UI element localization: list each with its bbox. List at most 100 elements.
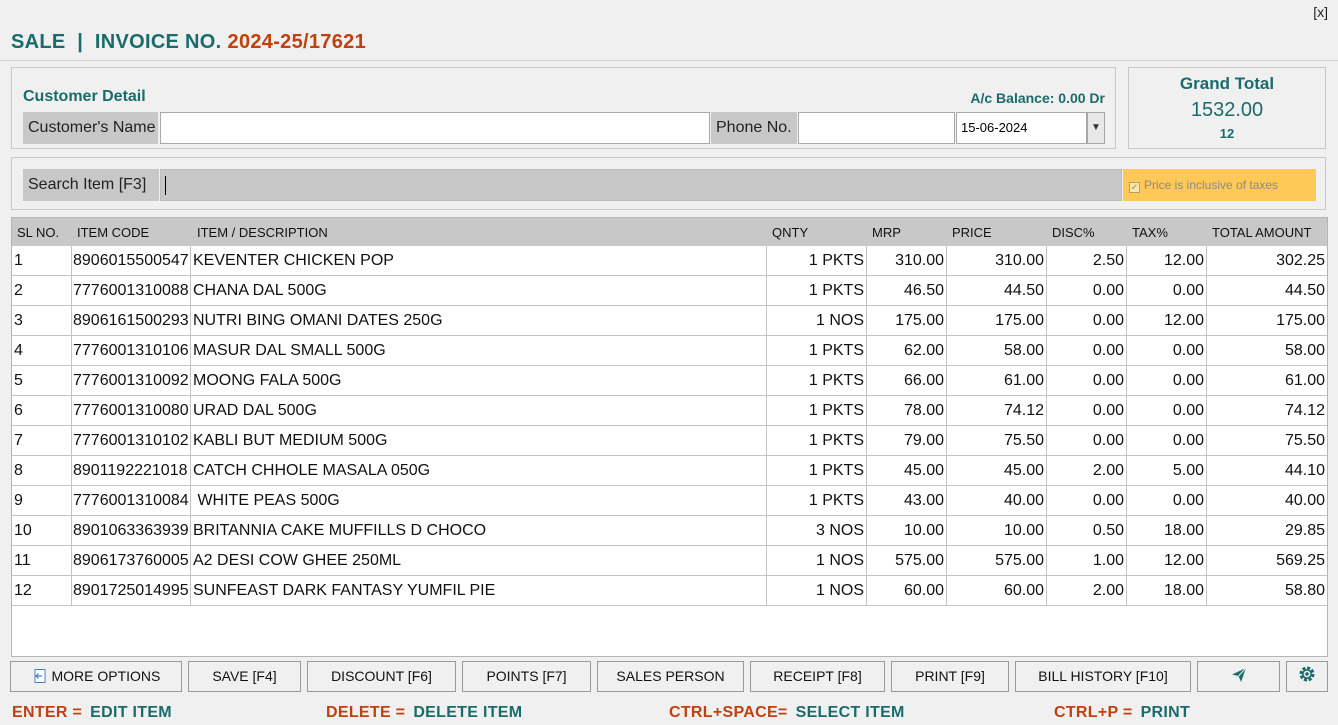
col-disc[interactable]: DISC%	[1052, 225, 1095, 240]
cell-tax: 0.00	[1127, 276, 1207, 305]
cell-price: 175.00	[947, 306, 1047, 335]
phone-label: Phone No.	[711, 112, 797, 144]
receipt-button[interactable]: RECEIPT [F8]	[750, 661, 885, 692]
col-total[interactable]: TOTAL AMOUNT	[1212, 225, 1311, 240]
col-item-code[interactable]: ITEM CODE	[77, 225, 149, 240]
cell-disc: 0.00	[1047, 306, 1127, 335]
shortcut-hint: DELETE = DELETE ITEM	[326, 704, 522, 722]
phone-field[interactable]	[798, 112, 955, 144]
send-button[interactable]	[1197, 661, 1280, 692]
cell-sl-no: 9	[12, 486, 72, 515]
cell-price: 10.00	[947, 516, 1047, 545]
cell-disc: 0.00	[1047, 396, 1127, 425]
col-description[interactable]: ITEM / DESCRIPTION	[197, 225, 328, 240]
cell-tax: 0.00	[1127, 366, 1207, 395]
cell-description: KABLI BUT MEDIUM 500G	[191, 426, 767, 455]
more-options-button[interactable]: MORE OPTIONS	[10, 661, 182, 692]
chevron-down-icon[interactable]: ▼	[1087, 112, 1105, 144]
cell-disc: 0.50	[1047, 516, 1127, 545]
table-row[interactable]: 6 7776001310080 URAD DAL 500G 1 PKTS 78.00 74…	[12, 396, 1327, 426]
table-row[interactable]: 5 7776001310092 MOONG FALA 500G 1 PKTS 66.00…	[12, 366, 1327, 396]
cell-description: KEVENTER CHICKEN POP	[191, 246, 767, 275]
cell-qnty: 3 NOS	[767, 516, 867, 545]
cell-qnty: 1 PKTS	[767, 426, 867, 455]
cell-tax: 18.00	[1127, 516, 1207, 545]
col-price[interactable]: PRICE	[952, 225, 992, 240]
arrow-left-icon	[32, 668, 48, 684]
table-row[interactable]: 9 7776001310084 WHITE PEAS 500G 1 PKTS 43.0…	[12, 486, 1327, 516]
col-sl-no[interactable]: SL NO.	[17, 225, 59, 240]
cell-mrp: 575.00	[867, 546, 947, 575]
table-row[interactable]: 11 8906173760005 A2 DESI COW GHEE 250ML 1 N…	[12, 546, 1327, 576]
col-qnty[interactable]: QNTY	[772, 225, 808, 240]
cell-disc: 0.00	[1047, 336, 1127, 365]
title-label: SALE | INVOICE NO.	[11, 31, 222, 53]
cell-disc: 0.00	[1047, 276, 1127, 305]
table-row[interactable]: 4 7776001310106 MASUR DAL SMALL 500G 1 PKTS…	[12, 336, 1327, 366]
cell-mrp: 310.00	[867, 246, 947, 275]
cell-sl-no: 8	[12, 456, 72, 485]
search-input[interactable]	[160, 169, 1122, 201]
date-field[interactable]: 15-06-2024	[956, 112, 1087, 144]
cell-qnty: 1 NOS	[767, 576, 867, 605]
items-table[interactable]: SL NO. ITEM CODE ITEM / DESCRIPTION QNTY MRP…	[11, 217, 1328, 657]
cell-price: 44.50	[947, 276, 1047, 305]
search-label: Search Item [F3]	[23, 169, 159, 201]
cell-mrp: 78.00	[867, 396, 947, 425]
cell-total: 44.50	[1284, 282, 1325, 299]
cell-price: 58.00	[947, 336, 1047, 365]
cell-description: WHITE PEAS 500G	[191, 486, 767, 515]
col-mrp[interactable]: MRP	[872, 225, 901, 240]
cell-disc: 2.00	[1047, 576, 1127, 605]
table-row[interactable]: 12 8901725014995 SUNFEAST DARK FANTASY YUM…	[12, 576, 1327, 606]
print-button[interactable]: PRINT [F9]	[891, 661, 1009, 692]
save-button[interactable]: SAVE [F4]	[188, 661, 301, 692]
sales-person-button[interactable]: SALES PERSON	[597, 661, 744, 692]
cell-item-code: 8906173760005	[71, 546, 191, 575]
cell-price: 310.00	[947, 246, 1047, 275]
points-button[interactable]: POINTS [F7]	[462, 661, 591, 692]
table-row[interactable]: 7 7776001310102 KABLI BUT MEDIUM 500G 1 PKT…	[12, 426, 1327, 456]
shortcut-action: EDIT ITEM	[90, 704, 172, 721]
checkbox-icon[interactable]: ✓	[1129, 182, 1140, 193]
shortcut-action: DELETE ITEM	[413, 704, 523, 721]
customer-panel: Customer Detail A/c Balance: 0.00 Dr Cus…	[11, 67, 1116, 149]
table-row[interactable]: 2 7776001310088 CHANA DAL 500G 1 PKTS 46.50 4…	[12, 276, 1327, 306]
col-tax[interactable]: TAX%	[1132, 225, 1168, 240]
cell-tax: 5.00	[1127, 456, 1207, 485]
table-row[interactable]: 8 8901192221018 CATCH CHHOLE MASALA 050G 1 …	[12, 456, 1327, 486]
cell-qnty: 1 PKTS	[767, 276, 867, 305]
shortcut-key: ENTER =	[12, 704, 83, 721]
bill-history-button[interactable]: BILL HISTORY [F10]	[1015, 661, 1191, 692]
shortcut-key: CTRL+P =	[1054, 704, 1133, 721]
cell-tax: 12.00	[1127, 246, 1207, 275]
cell-description: BRITANNIA CAKE MUFFILLS D CHOCO	[191, 516, 767, 545]
table-row[interactable]: 10 8901063363939 BRITANNIA CAKE MUFFILLS D…	[12, 516, 1327, 546]
cell-description: MASUR DAL SMALL 500G	[191, 336, 767, 365]
cell-tax: 0.00	[1127, 396, 1207, 425]
discount-button[interactable]: DISCOUNT [F6]	[307, 661, 456, 692]
cell-mrp: 66.00	[867, 366, 947, 395]
price-inclusive-checkbox[interactable]: ✓ Price is inclusive of taxes	[1123, 169, 1316, 201]
customer-name-field[interactable]	[160, 112, 710, 144]
cell-mrp: 62.00	[867, 336, 947, 365]
cell-price: 74.12	[947, 396, 1047, 425]
settings-button[interactable]	[1286, 661, 1328, 692]
cell-qnty: 1 PKTS	[767, 396, 867, 425]
shortcut-hint: CTRL+P = PRINT	[1054, 704, 1190, 722]
cell-qnty: 1 PKTS	[767, 336, 867, 365]
cell-item-code: 8906015500547	[71, 246, 191, 275]
close-button[interactable]: [x]	[1313, 4, 1328, 20]
cell-tax: 12.00	[1127, 546, 1207, 575]
cell-disc: 1.00	[1047, 546, 1127, 575]
cell-description: MOONG FALA 500G	[191, 366, 767, 395]
shortcut-action: PRINT	[1140, 704, 1191, 721]
cell-mrp: 46.50	[867, 276, 947, 305]
cell-sl-no: 1	[12, 246, 72, 275]
table-row[interactable]: 3 8906161500293 NUTRI BING OMANI DATES 250…	[12, 306, 1327, 336]
cell-item-code: 8901192221018	[71, 456, 191, 485]
cell-tax: 0.00	[1127, 426, 1207, 455]
cell-item-code: 7776001310092	[71, 366, 191, 395]
table-row[interactable]: 1 8906015500547 KEVENTER CHICKEN POP 1 PKTS…	[12, 246, 1327, 276]
cell-item-code: 7776001310080	[71, 396, 191, 425]
